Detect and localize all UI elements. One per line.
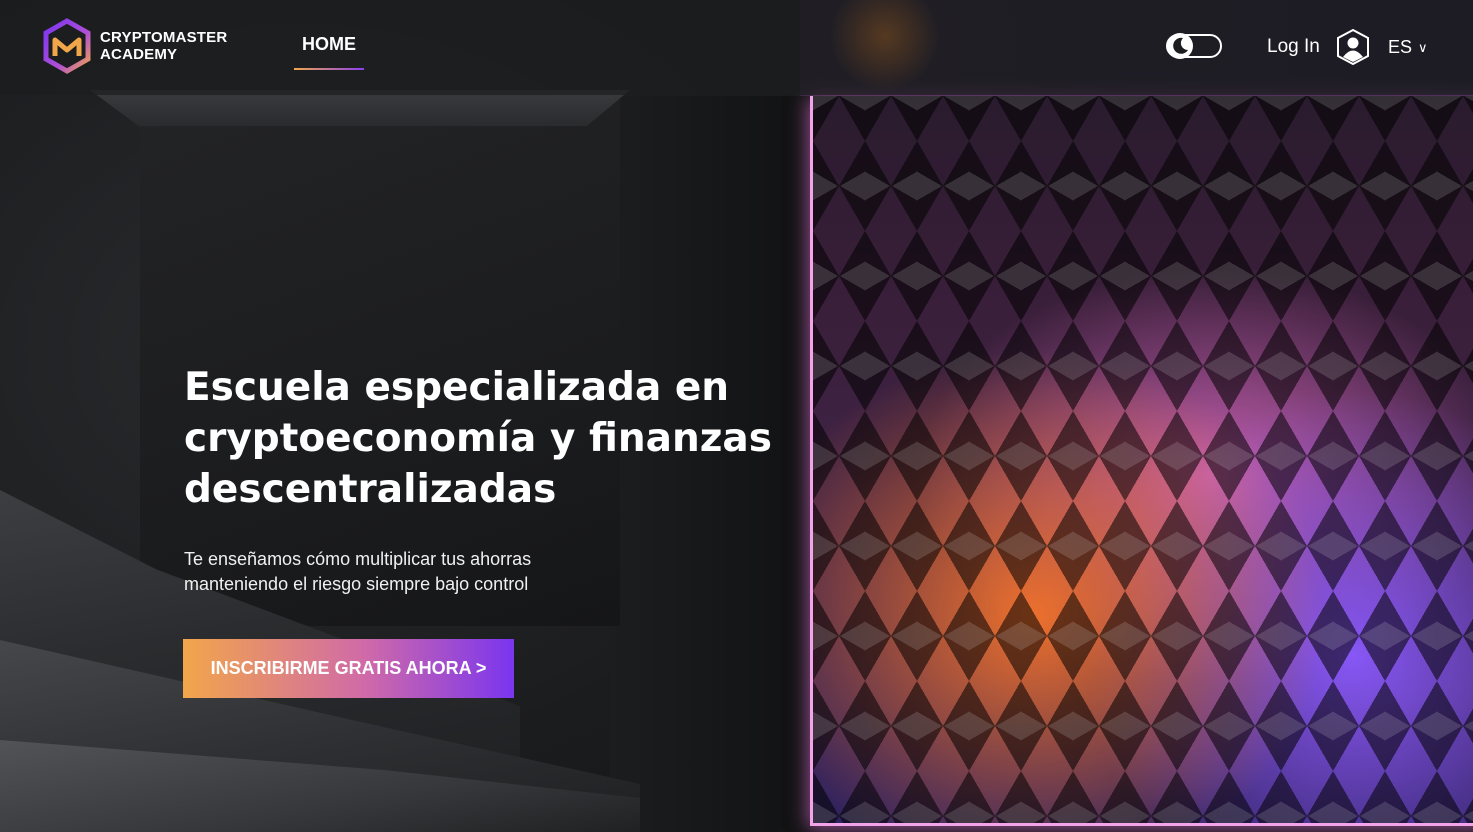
dark-block-top (90, 90, 630, 126)
hero-title: Escuela especializada en cryptoeconomía … (184, 365, 772, 512)
top-navbar: CRYPTOMASTER ACADEMY HOME Log In ES ∨ (0, 0, 1473, 95)
brand-name-line1: CRYPTOMASTER (100, 29, 228, 46)
nav-active-indicator (294, 68, 364, 70)
brand-logo[interactable]: CRYPTOMASTER ACADEMY (42, 18, 227, 74)
moon-icon (1173, 37, 1188, 54)
geometric-glow-panel (810, 96, 1473, 826)
brand-name-line2: ACADEMY (100, 46, 178, 63)
nav-home-link[interactable]: HOME (294, 34, 364, 55)
signup-cta-button[interactable]: INSCRIBIRME GRATIS AHORA > (183, 639, 514, 698)
chevron-down-icon: ∨ (1418, 39, 1428, 55)
logo-icon (43, 18, 91, 74)
hero-subtitle: Te enseñamos cómo multiplicar tus ahorra… (184, 549, 532, 594)
login-link[interactable]: Log In (1267, 36, 1320, 58)
language-selector[interactable]: ES ∨ (1388, 37, 1428, 58)
user-icon[interactable] (1336, 28, 1370, 66)
language-label: ES (1388, 37, 1413, 57)
theme-toggle[interactable] (1166, 33, 1222, 59)
